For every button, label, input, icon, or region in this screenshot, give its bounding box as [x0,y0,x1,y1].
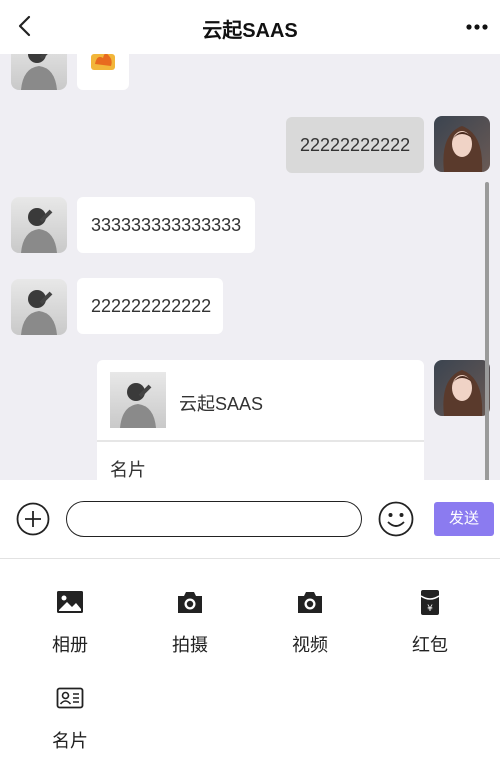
tool-video[interactable]: 视频 [270,587,350,657]
svg-text:¥: ¥ [427,604,433,614]
message-input-bar: 发送 [0,480,500,559]
message-input[interactable] [66,501,362,537]
emoji-face-icon[interactable] [378,501,414,537]
tool-album[interactable]: 相册 [30,587,110,657]
image-icon [57,591,83,613]
tool-label: 相册 [52,635,88,655]
my-avatar[interactable] [434,360,490,416]
chat-scrollbar[interactable] [485,182,489,480]
top-nav-bar: 云起SAAS [0,0,500,54]
tool-label: 拍摄 [172,635,208,655]
card-divider [97,440,424,442]
contact-avatar[interactable] [11,197,67,253]
contact-avatar[interactable] [11,279,67,335]
message-bubble[interactable]: 22222222222 [286,117,424,173]
card-avatar [110,372,166,428]
message-bubble[interactable]: 222222222222 [77,278,223,334]
attachment-tools-panel: 相册 拍摄 视频 ¥ 红包 名片 [0,559,500,768]
tool-contact-card[interactable]: 名片 [30,683,110,753]
message-bubble[interactable] [77,54,129,90]
chat-message-list[interactable]: 22222222222 333333333333333 222222222222 [0,54,500,480]
red-envelope-icon: ¥ [420,590,440,615]
message-bubble[interactable]: 333333333333333 [77,197,255,253]
more-dots-icon[interactable] [464,14,490,38]
contact-card-icon [56,687,84,709]
tool-label: 红包 [412,635,448,655]
card-type-label: 名片 [110,460,146,480]
tool-photo[interactable]: 拍摄 [150,587,230,657]
card-name: 云起SAAS [179,394,264,414]
tool-label: 名片 [52,731,88,751]
tool-red-envelope[interactable]: ¥ 红包 [390,587,470,657]
my-avatar[interactable] [434,116,490,172]
send-button[interactable]: 发送 [434,502,494,536]
page-title: 云起SAAS [202,20,298,42]
contact-avatar[interactable] [11,54,67,90]
video-camera-icon [298,592,322,613]
camera-icon [178,592,202,613]
fire-emoji-icon [91,54,115,70]
contact-card-message[interactable]: 云起SAAS 名片 [97,360,424,480]
tool-label: 视频 [292,635,328,655]
plus-circle-icon[interactable] [16,502,50,536]
